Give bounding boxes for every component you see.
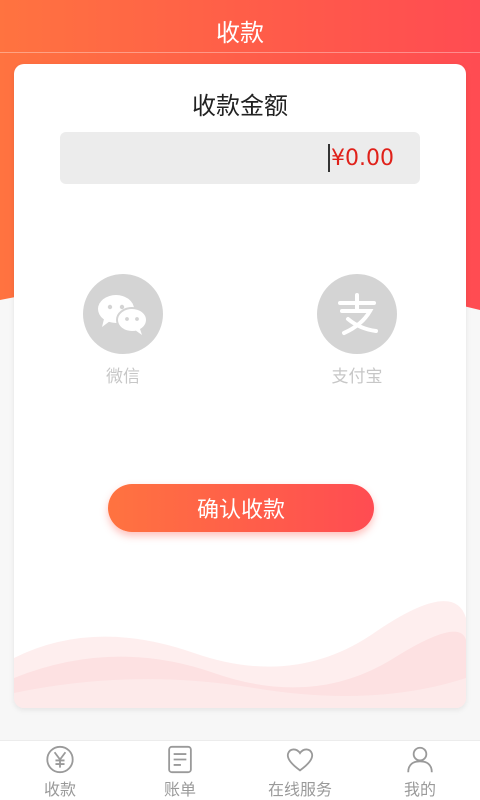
header-divider <box>0 52 480 53</box>
tab-mine[interactable]: 我的 <box>360 741 480 800</box>
tab-bills[interactable]: 账单 <box>120 741 240 800</box>
bottom-tabbar: 收款 账单 在线服务 我的 <box>0 740 480 800</box>
page-header: 收款 <box>0 0 480 60</box>
tab-online-service[interactable]: 在线服务 <box>240 741 360 800</box>
page-title: 收款 <box>216 18 264 47</box>
tab-mine-label: 我的 <box>403 780 436 799</box>
wechat-icon <box>83 274 163 354</box>
alipay-label: 支付宝 <box>331 367 383 387</box>
bill-icon <box>168 745 192 774</box>
alipay-icon <box>317 274 397 354</box>
amount-title: 收款金额 <box>192 92 288 120</box>
heart-icon <box>286 748 314 772</box>
wechat-label: 微信 <box>106 367 140 387</box>
text-caret <box>328 144 331 172</box>
amount-input[interactable]: ¥0.00 <box>60 132 420 184</box>
tab-collect[interactable]: 收款 <box>0 741 120 800</box>
tab-online-service-label: 在线服务 <box>267 780 332 799</box>
confirm-payment-button[interactable]: 确认收款 <box>108 484 374 532</box>
tab-bills-label: 账单 <box>163 780 196 799</box>
payment-card: 收款金额 ¥0.00 微信 支付宝 确认收款 <box>14 64 466 708</box>
tab-collect-label: 收款 <box>43 780 76 799</box>
yen-circle-icon <box>46 745 74 774</box>
amount-value: ¥0.00 <box>331 145 394 171</box>
wechat-pay-option[interactable]: 微信 <box>78 274 168 387</box>
decorative-waves <box>14 601 466 708</box>
user-icon <box>407 746 433 773</box>
alipay-option[interactable]: 支付宝 <box>312 274 402 387</box>
